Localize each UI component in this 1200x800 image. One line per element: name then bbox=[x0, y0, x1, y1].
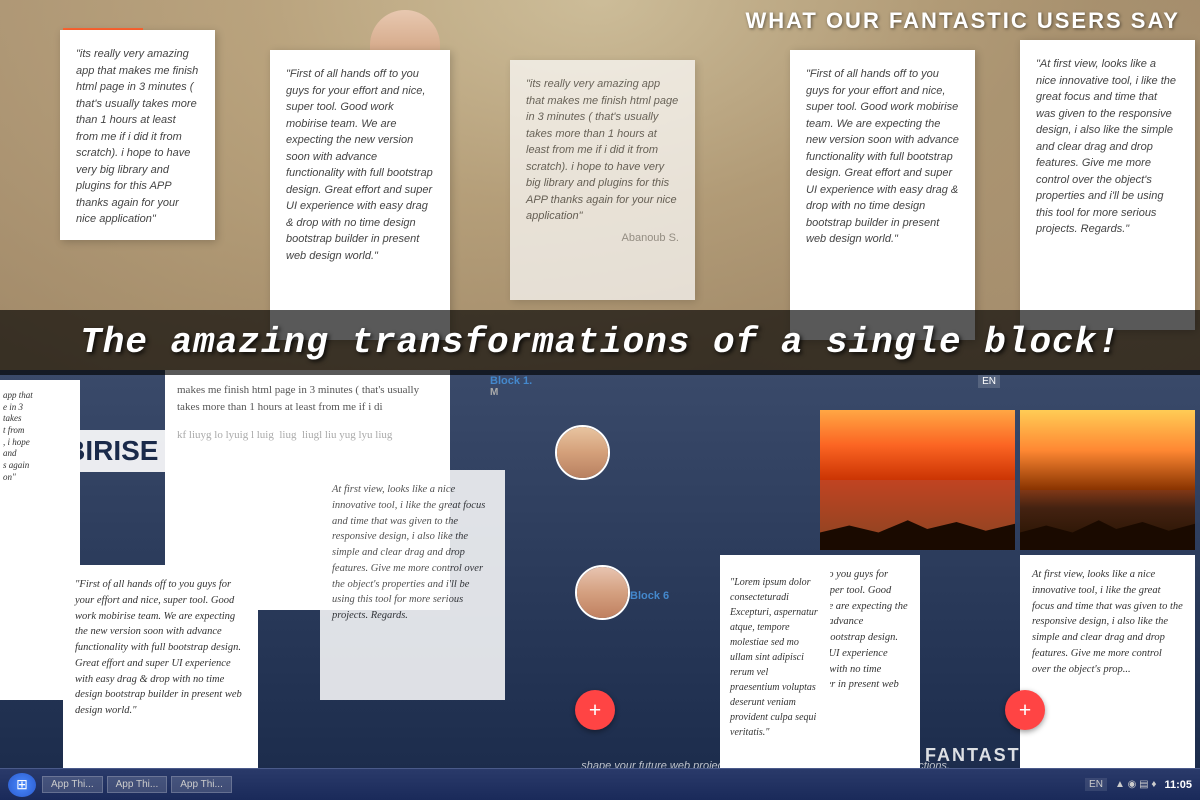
testimonial-card-1: "its really very amazing app that makes … bbox=[60, 30, 215, 240]
taskbar-item-3[interactable]: App Thi... bbox=[171, 776, 232, 793]
taskbar-item-1[interactable]: App Thi... bbox=[42, 776, 103, 793]
bottom-test-text-2: "First of all hands off to you guys for … bbox=[75, 577, 246, 719]
landscape-sil-2 bbox=[1020, 515, 1195, 550]
avatar-face-1 bbox=[557, 427, 608, 478]
avatar-face-2 bbox=[577, 567, 628, 618]
bottom-testimonial-card-5: At first view, looks like a nice innovat… bbox=[1020, 555, 1195, 775]
testimonial-text-5: "At first view, looks like a nice innova… bbox=[1036, 56, 1179, 238]
taskbar-items: App Thi... App Thi... App Thi... bbox=[42, 776, 1085, 793]
testimonial-card-4: "First of all hands off to you guys for … bbox=[790, 50, 975, 340]
lorem-card: "Lorem ipsum dolor consecteturadi Except… bbox=[720, 565, 830, 765]
bottom-content: OUR FANTASTIC USERS SAY shape your futur… bbox=[0, 370, 1200, 800]
bottom-testimonial-card-2: "First of all hands off to you guys for … bbox=[63, 565, 258, 785]
bottom-test-text-5: At first view, looks like a nice innovat… bbox=[1032, 567, 1183, 677]
testimonial-text-1: "its really very amazing app that makes … bbox=[76, 46, 199, 228]
center-card-text: makes me finish html page in 3 minutes (… bbox=[177, 382, 438, 415]
screenshot-container: WHAT OUR FANTASTIC USERS SAY "its really… bbox=[0, 0, 1200, 800]
taskbar: ⊞ App Thi... App Thi... App Thi... EN ▲ … bbox=[0, 768, 1200, 800]
block6-label: Block 6 bbox=[630, 590, 669, 602]
bottom-testimonial-card-3: At first view, looks like a nice innovat… bbox=[320, 470, 505, 700]
lorem-filler: kf liuyg lo lyuig l luig liug liugl liu … bbox=[177, 427, 438, 444]
testimonial-card-2: "First of all hands off to you guys for … bbox=[270, 50, 450, 340]
taskbar-time: 11:05 bbox=[1164, 779, 1192, 791]
taskbar-item-2[interactable]: App Thi... bbox=[107, 776, 168, 793]
author-tag: Abanoub S. bbox=[526, 230, 679, 247]
taskbar-icons: ▲ ◉ ▤ ♦ bbox=[1115, 779, 1157, 790]
avatar-1 bbox=[555, 425, 610, 480]
block1-label: Block 1. M bbox=[490, 375, 532, 398]
taskbar-right: EN ▲ ◉ ▤ ♦ 11:05 bbox=[1085, 778, 1192, 791]
windows-icon: ⊞ bbox=[16, 776, 28, 793]
testimonial-card-5: "At first view, looks like a nice innova… bbox=[1020, 40, 1195, 330]
bottom-test-text-3: At first view, looks like a nice innovat… bbox=[332, 482, 493, 624]
bottom-left-text: app thate in 3takest from, i hopeands ag… bbox=[3, 390, 72, 484]
taskbar-lang: EN bbox=[1085, 778, 1107, 791]
plus-button-1[interactable]: + bbox=[1005, 690, 1045, 730]
main-title-text: The amazing transformations of a single … bbox=[80, 322, 1120, 363]
testimonial-text-4: "First of all hands off to you guys for … bbox=[806, 66, 959, 248]
taskbar-start-button[interactable]: ⊞ bbox=[8, 773, 36, 797]
bottom-landscape-1 bbox=[820, 410, 1015, 550]
testimonial-card-3: "its really very amazing app that makes … bbox=[510, 60, 695, 300]
landscape-sil-1 bbox=[820, 515, 1015, 550]
main-title-bar: The amazing transformations of a single … bbox=[0, 310, 1200, 375]
header-title: WHAT OUR FANTASTIC USERS SAY bbox=[745, 8, 1180, 34]
lorem-text: "Lorem ipsum dolor consecteturadi Except… bbox=[730, 575, 820, 740]
avatar-2 bbox=[575, 565, 630, 620]
testimonial-text-3: "its really very amazing app that makes … bbox=[526, 76, 679, 225]
plus-button-2[interactable]: + bbox=[575, 690, 615, 730]
bottom-section: OUR FANTASTIC USERS SAY shape your futur… bbox=[0, 370, 1200, 800]
en-indicator-bottom: EN bbox=[978, 375, 1000, 388]
bottom-landscape-2 bbox=[1020, 410, 1195, 550]
testimonial-text-2: "First of all hands off to you guys for … bbox=[286, 66, 434, 264]
